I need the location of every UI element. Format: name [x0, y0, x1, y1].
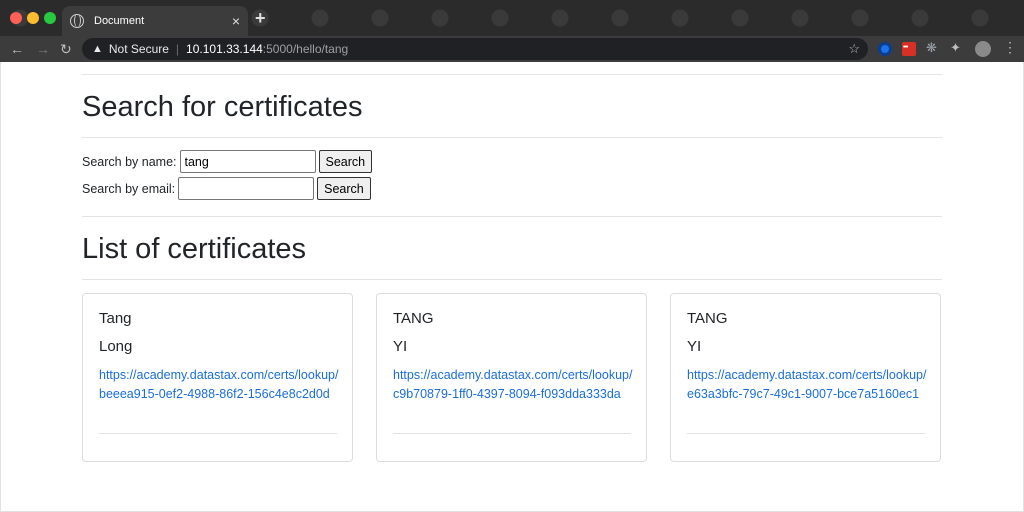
last-name: YI — [687, 338, 702, 355]
url-host[interactable]: 10.101.33.144 — [186, 42, 263, 56]
name-search-button[interactable]: Search — [318, 150, 373, 173]
url-separator: | — [175, 42, 180, 56]
last-name: Long — [99, 338, 133, 355]
url-path[interactable]: :5000/hello/tang — [263, 42, 348, 56]
divider — [82, 279, 942, 280]
certificate-card: TANG YI https://academy.datastax.com/cer… — [376, 293, 647, 462]
minimize-window-button[interactable] — [27, 12, 39, 24]
first-name: TANG — [393, 310, 434, 327]
certificate-card: Tang Long https://academy.datastax.com/c… — [82, 293, 353, 462]
tab-close-button[interactable]: × — [232, 14, 240, 28]
list-heading: List of certificates — [82, 233, 307, 265]
extension-icon-blue[interactable] — [878, 42, 892, 56]
divider — [82, 74, 942, 75]
puzzle-icon[interactable]: ✦ — [950, 40, 961, 56]
extension-icon-red[interactable] — [902, 42, 916, 56]
search-by-email-row: Search by email: Search — [82, 177, 371, 200]
last-name: YI — [393, 338, 408, 355]
tab-title: Document — [94, 15, 145, 27]
globe-icon — [70, 14, 84, 28]
divider — [82, 137, 942, 138]
email-label: Search by email: — [82, 181, 176, 196]
address-bar[interactable]: ▲ Not Secure | 10.101.33.144:5000/hello/… — [82, 38, 868, 60]
star-icon[interactable]: ☆ — [848, 41, 860, 57]
new-tab-button[interactable]: + — [255, 9, 266, 27]
name-search-input[interactable] — [179, 150, 316, 173]
bug-icon[interactable]: ❋ — [926, 40, 937, 56]
search-heading: Search for certificates — [82, 91, 363, 123]
search-by-name-row: Search by name: Search — [82, 150, 373, 173]
browser-tabstrip: Document × + — [0, 0, 1024, 36]
email-search-button[interactable]: Search — [317, 177, 371, 200]
card-divider — [393, 433, 631, 434]
warning-icon[interactable]: ▲ — [92, 43, 103, 55]
browser-toolbar: ← → ↻ ▲ Not Secure | 10.101.33.144:5000/… — [0, 36, 1024, 62]
certificate-link[interactable]: https://academy.datastax.com/certs/looku… — [687, 366, 929, 403]
forward-arrow-icon[interactable]: → — [36, 40, 50, 58]
certificate-link[interactable]: https://academy.datastax.com/certs/looku… — [393, 366, 635, 403]
first-name: TANG — [687, 310, 728, 327]
card-divider — [99, 433, 337, 434]
divider — [82, 216, 942, 217]
maximize-window-button[interactable] — [44, 12, 56, 24]
menu-icon[interactable]: ⋮ — [1003, 39, 1017, 56]
card-divider — [687, 433, 925, 434]
certificate-link[interactable]: https://academy.datastax.com/certs/looku… — [99, 366, 341, 403]
email-search-input[interactable] — [178, 177, 315, 200]
close-window-button[interactable] — [10, 12, 22, 24]
security-label[interactable]: Not Secure — [109, 42, 169, 56]
browser-tab[interactable]: Document × — [62, 6, 248, 36]
certificate-card: TANG YI https://academy.datastax.com/cer… — [670, 293, 941, 462]
name-label: Search by name: — [82, 154, 177, 169]
reload-icon[interactable]: ↻ — [60, 40, 72, 58]
profile-avatar[interactable] — [975, 41, 991, 57]
back-arrow-icon[interactable]: ← — [10, 40, 24, 58]
first-name: Tang — [99, 310, 132, 327]
